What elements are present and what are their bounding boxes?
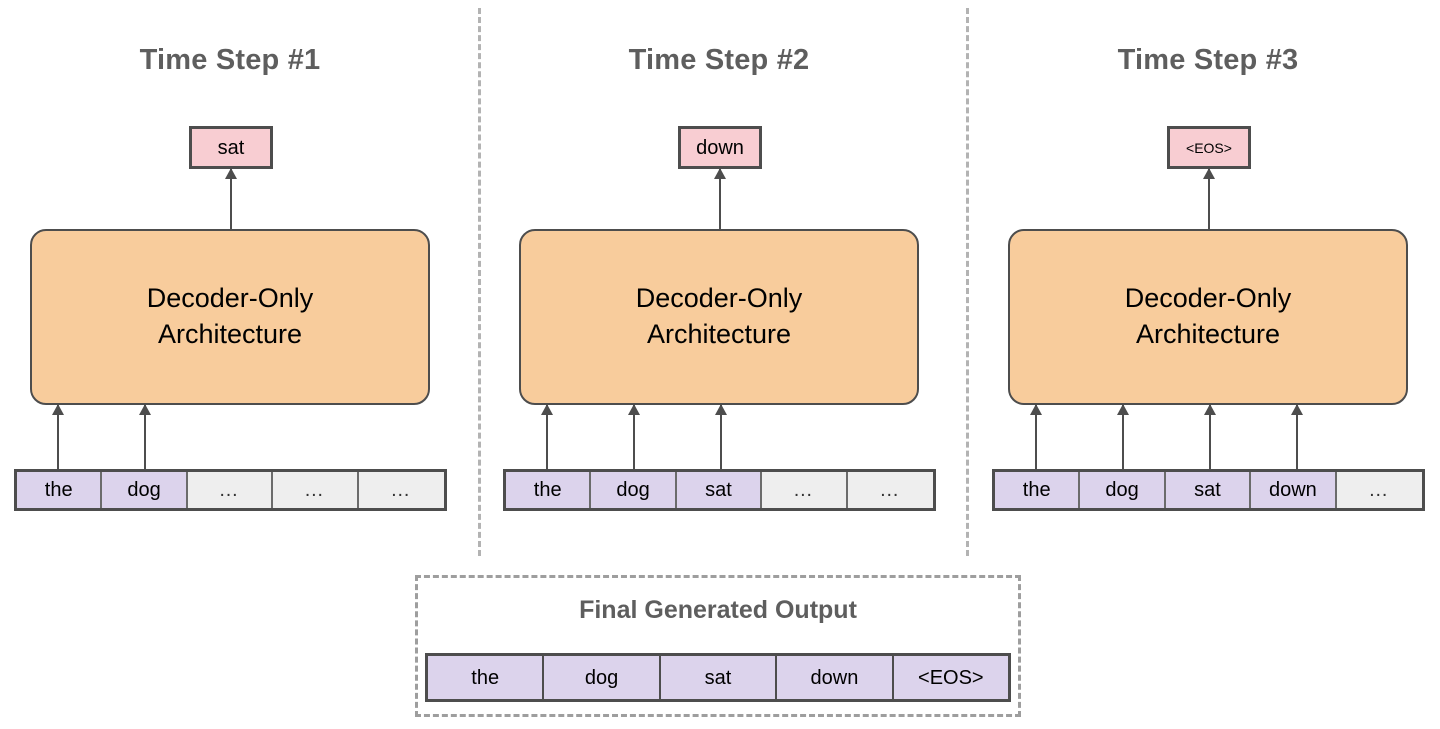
- input-arrow-3-4: [1296, 405, 1298, 469]
- decoder-label-line1: Decoder-Only: [1124, 283, 1292, 314]
- input-token-cell-3-5: …: [1336, 472, 1422, 508]
- input-token-row-1: the dog………: [14, 469, 447, 511]
- input-token-cell-2-2: dog: [591, 472, 677, 508]
- input-token-cell-3-1: the: [995, 472, 1081, 508]
- input-token-cell-2-1: the: [506, 472, 592, 508]
- input-token-cell-2-5: …: [847, 472, 933, 508]
- input-token-cell-2-3: sat: [676, 472, 763, 508]
- decoder-label-line1: Decoder-Only: [146, 283, 314, 314]
- input-token-cell-3-2: dog: [1080, 472, 1166, 508]
- separator-2-3: [966, 8, 969, 556]
- input-token-cell-1-5: …: [358, 472, 444, 508]
- decoder-label-line2: Architecture: [646, 319, 792, 349]
- input-arrow-1-1: [57, 405, 59, 469]
- input-token-cell-1-4: …: [273, 472, 359, 508]
- final-output-token-row: the dog sat down <EOS>: [425, 653, 1011, 702]
- final-output-cell-1: the: [428, 656, 545, 699]
- final-output-cell-3: sat: [660, 656, 778, 699]
- predicted-token-3: <EOS>: [1167, 126, 1251, 169]
- decoder-box-2: Decoder-Only Architecture: [519, 229, 919, 405]
- final-output-cell-4: down: [777, 656, 894, 699]
- input-token-row-3: the dog sat down…: [992, 469, 1425, 511]
- time-step-title-3: Time Step #3: [1117, 44, 1299, 76]
- input-token-cell-2-4: …: [762, 472, 848, 508]
- input-arrow-2-1: [546, 405, 548, 469]
- input-token-cell-3-4: down: [1251, 472, 1337, 508]
- output-arrow-2: [719, 169, 721, 229]
- input-token-cell-3-3: sat: [1165, 472, 1252, 508]
- final-output-cell-5: <EOS>: [893, 656, 1009, 699]
- input-token-row-2: the dog sat……: [503, 469, 936, 511]
- output-arrow-1: [230, 169, 232, 229]
- input-arrow-3-2: [1122, 405, 1124, 469]
- input-arrow-2-3: [720, 405, 722, 469]
- decoder-label-line1: Decoder-Only: [635, 283, 803, 314]
- predicted-token-2: down: [678, 126, 762, 169]
- input-arrow-1-2: [144, 405, 146, 469]
- output-arrow-3: [1208, 169, 1210, 229]
- decoder-label-line2: Architecture: [157, 319, 303, 349]
- input-token-cell-1-1: the: [17, 472, 103, 508]
- decoder-box-1: Decoder-Only Architecture: [30, 229, 430, 405]
- predicted-token-1: sat: [189, 126, 273, 169]
- decoder-box-3: Decoder-Only Architecture: [1008, 229, 1408, 405]
- time-step-title-1: Time Step #1: [139, 44, 321, 76]
- separator-1-2: [478, 8, 481, 556]
- decoder-label-line2: Architecture: [1135, 319, 1281, 349]
- input-arrow-3-1: [1035, 405, 1037, 469]
- final-generated-output-panel: Final Generated Output the dog sat down <EOS…: [415, 575, 1021, 717]
- final-output-title: Final Generated Output: [579, 596, 857, 624]
- time-step-title-2: Time Step #2: [628, 44, 810, 76]
- final-output-cell-2: dog: [544, 656, 661, 699]
- input-token-cell-1-3: …: [187, 472, 274, 508]
- input-token-cell-1-2: dog: [102, 472, 188, 508]
- input-arrow-3-3: [1209, 405, 1211, 469]
- input-arrow-2-2: [633, 405, 635, 469]
